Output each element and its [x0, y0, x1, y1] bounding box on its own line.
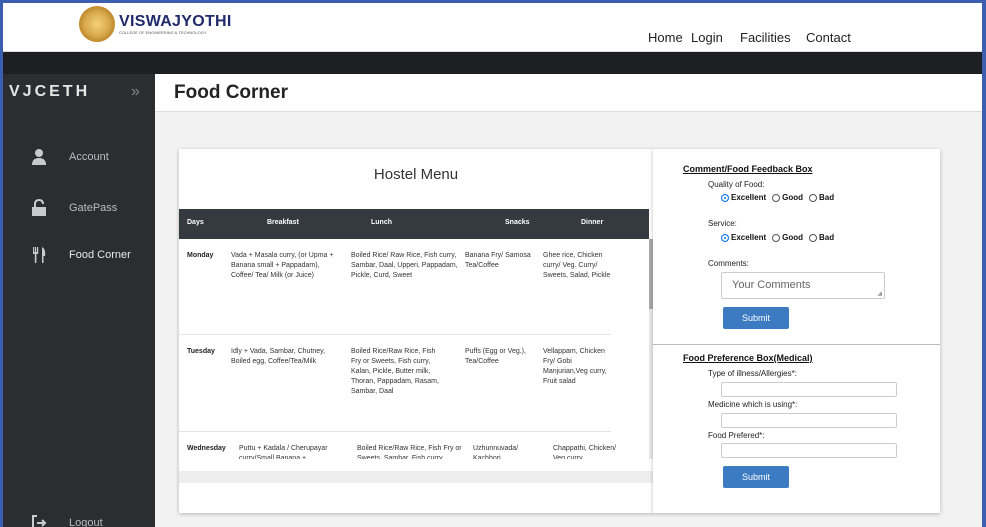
cell-snacks: Banana Fry/ Samosa Tea/Coffee [465, 252, 531, 269]
quality-good-radio[interactable] [772, 193, 781, 202]
food-preferred-input[interactable] [721, 443, 897, 458]
nav-home[interactable]: Home [648, 30, 683, 45]
service-label: Service: [708, 219, 737, 228]
cell-dinner: Vellappam, Chicken Fry/ Gobi Manjurian,V… [543, 348, 607, 385]
preference-submit-button[interactable]: Submit [723, 466, 789, 488]
col-lunch: Lunch [371, 219, 392, 226]
option-label: Excellent [731, 193, 767, 202]
col-days: Days [187, 219, 204, 226]
cell-lunch: Boiled Rice/Raw Rice, Fish Fry or Sweets… [351, 348, 439, 395]
service-bad-radio[interactable] [809, 233, 818, 242]
cell-snacks: Puffs (Egg or Veg.), Tea/Coffee [465, 348, 526, 365]
logout-icon [32, 515, 47, 527]
college-seal-icon [79, 6, 115, 42]
sidebar-item-label: Food Corner [69, 249, 131, 261]
service-radio-group: Excellent Good Bad [721, 233, 840, 242]
service-good-radio[interactable] [772, 233, 781, 242]
table-row: Tuesday Idly + Vada, Sambar, Chutney, Bo… [179, 335, 611, 432]
cell-day: Wednesday [187, 445, 226, 452]
option-label: Good [782, 193, 804, 202]
logo-subtitle: COLLEGE OF ENGINEERING & TECHNOLOGY [119, 30, 207, 35]
comments-placeholder: Your Comments [732, 279, 811, 291]
option-label: Good [782, 233, 804, 242]
col-snacks: Snacks [505, 219, 530, 226]
cell-dinner: Chappathi, Chicken/ Veg curry [553, 445, 617, 459]
cell-day: Tuesday [187, 348, 215, 355]
sidebar-item-account[interactable]: Account [3, 146, 155, 172]
col-breakfast: Breakfast [267, 219, 299, 226]
feedback-forms-card: Comment/Food Feedback Box Quality of Foo… [653, 149, 940, 513]
quality-radio-group: Excellent Good Bad [721, 193, 840, 202]
illness-label: Type of illness/Allergies*: [708, 369, 797, 378]
menu-title: Hostel Menu [373, 166, 459, 183]
cell-snacks: Uzhunnuvada/ Kachhori [473, 445, 519, 459]
col-dinner: Dinner [581, 219, 604, 226]
sidebar-toggle-icon[interactable]: » [131, 83, 140, 101]
brand-text: VJCETH [9, 83, 91, 100]
top-navbar: VISWAJYOTHI COLLEGE OF ENGINEERING & TEC… [3, 3, 982, 52]
cell-breakfast: Idly + Vada, Sambar, Chutney, Boiled egg… [231, 348, 326, 365]
quality-label: Quality of Food: [708, 180, 765, 189]
nav-login[interactable]: Login [691, 30, 723, 45]
sidebar: VJCETH » Account GatePass Food Corner Lo… [3, 74, 155, 527]
feedback-heading: Comment/Food Feedback Box [683, 164, 813, 174]
dark-strip [3, 52, 982, 74]
content-header: Food Corner [155, 74, 982, 112]
hostel-menu-card: Hostel Menu Days Breakfast Lunch Snacks … [179, 149, 653, 513]
menu-horizontal-scrollbar[interactable] [179, 471, 653, 483]
comments-textarea[interactable]: Your Comments ◢ [721, 272, 885, 299]
cell-lunch: Boiled Rice/Raw Rice, Fish Fry or Sweets… [357, 445, 462, 459]
comments-label: Comments: [708, 259, 749, 268]
cell-dinner: Ghee rice, Chicken curry/ Veg. Curry/ Sw… [543, 252, 611, 279]
cell-day: Monday [187, 252, 214, 259]
illness-input[interactable] [721, 382, 897, 397]
cutlery-icon [33, 247, 46, 263]
cell-lunch: Boiled Rice/ Raw Rice, Fish curry, Samba… [351, 252, 458, 279]
menu-table-body[interactable]: Monday Vada + Masala curry, (or Upma + B… [179, 239, 649, 459]
cell-breakfast: Puttu + Kadala / Cherupayar curry/Small … [239, 445, 328, 459]
college-logo[interactable]: VISWAJYOTHI COLLEGE OF ENGINEERING & TEC… [79, 6, 232, 42]
quality-excellent-radio[interactable] [721, 193, 729, 202]
sidebar-item-logout[interactable]: Logout [3, 512, 155, 527]
sidebar-item-food-corner[interactable]: Food Corner [3, 244, 155, 270]
sidebar-item-label: GatePass [69, 202, 118, 214]
form-divider [653, 344, 940, 345]
feedback-submit-button[interactable]: Submit [723, 307, 789, 329]
menu-table-header: Days Breakfast Lunch Snacks Dinner [179, 209, 649, 239]
sidebar-brand: VJCETH » [3, 74, 155, 112]
resize-handle-icon[interactable]: ◢ [877, 290, 882, 297]
sidebar-item-gatepass[interactable]: GatePass [3, 197, 155, 223]
page-title: Food Corner [174, 82, 288, 103]
option-label: Bad [819, 193, 835, 202]
sidebar-item-label: Logout [69, 517, 103, 527]
user-icon [32, 149, 46, 165]
option-label: Excellent [731, 233, 767, 242]
sidebar-item-label: Account [69, 151, 109, 163]
quality-bad-radio[interactable] [809, 193, 818, 202]
page: VISWAJYOTHI COLLEGE OF ENGINEERING & TEC… [3, 3, 982, 527]
nav-facilities[interactable]: Facilities [740, 30, 791, 45]
option-label: Bad [819, 233, 835, 242]
preference-heading: Food Preference Box(Medical) [683, 353, 813, 363]
medicine-input[interactable] [721, 413, 897, 428]
cell-breakfast: Vada + Masala curry, (or Upma + Banana s… [231, 252, 334, 279]
table-row: Wednesday Puttu + Kadala / Cherupayar cu… [179, 432, 616, 459]
service-excellent-radio[interactable] [721, 233, 729, 242]
nav-contact[interactable]: Contact [806, 30, 851, 45]
medicine-label: Medicine which is using*: [708, 400, 798, 409]
unlock-icon [32, 199, 46, 216]
food-preferred-label: Food Prefered*: [708, 431, 765, 440]
logo-name: VISWAJYOTHI [119, 13, 232, 30]
logo-text: VISWAJYOTHI COLLEGE OF ENGINEERING & TEC… [119, 13, 232, 35]
table-row: Monday Vada + Masala curry, (or Upma + B… [179, 239, 611, 335]
